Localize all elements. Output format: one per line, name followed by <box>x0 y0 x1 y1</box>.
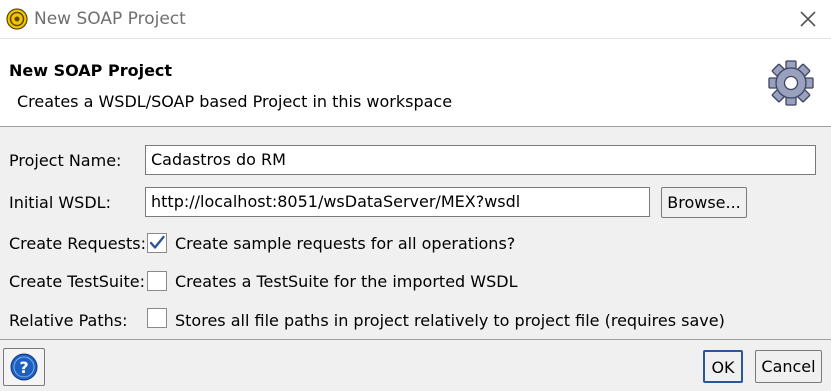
create-requests-text: Create sample requests for all operation… <box>175 234 516 253</box>
help-button[interactable]: ? <box>3 348 45 386</box>
relative-paths-checkbox[interactable] <box>147 308 167 328</box>
soapui-icon <box>6 8 28 30</box>
browse-button[interactable]: Browse... <box>661 187 747 218</box>
project-name-input[interactable]: Cadastros do RM <box>145 145 816 175</box>
create-requests-label: Create Requests: <box>9 234 146 253</box>
dialog-header: New SOAP Project Creates a WSDL/SOAP bas… <box>0 38 831 126</box>
ok-button[interactable]: OK <box>703 350 743 383</box>
initial-wsdl-input[interactable]: http://localhost:8051/wsDataServer/MEX?w… <box>145 187 650 217</box>
header-description: Creates a WSDL/SOAP based Project in thi… <box>17 92 453 111</box>
header-divider <box>0 126 831 127</box>
header-title: New SOAP Project <box>9 61 173 80</box>
window-title: New SOAP Project <box>34 9 186 29</box>
create-testsuite-text: Creates a TestSuite for the imported WSD… <box>175 272 518 291</box>
svg-text:?: ? <box>19 358 28 377</box>
create-requests-checkbox[interactable] <box>147 233 167 253</box>
help-icon: ? <box>10 353 38 381</box>
gear-icon <box>768 60 814 106</box>
close-icon[interactable] <box>795 6 821 32</box>
footer-divider <box>0 339 831 340</box>
relative-paths-text: Stores all file paths in project relativ… <box>175 311 725 330</box>
relative-paths-label: Relative Paths: <box>9 311 128 330</box>
cancel-button[interactable]: Cancel <box>755 350 822 383</box>
create-testsuite-label: Create TestSuite: <box>9 272 146 291</box>
create-testsuite-checkbox[interactable] <box>147 271 167 291</box>
initial-wsdl-label: Initial WSDL: <box>9 193 111 212</box>
project-name-label: Project Name: <box>9 151 122 170</box>
title-bar: New SOAP Project <box>0 0 831 38</box>
checkmark-icon <box>149 235 165 249</box>
